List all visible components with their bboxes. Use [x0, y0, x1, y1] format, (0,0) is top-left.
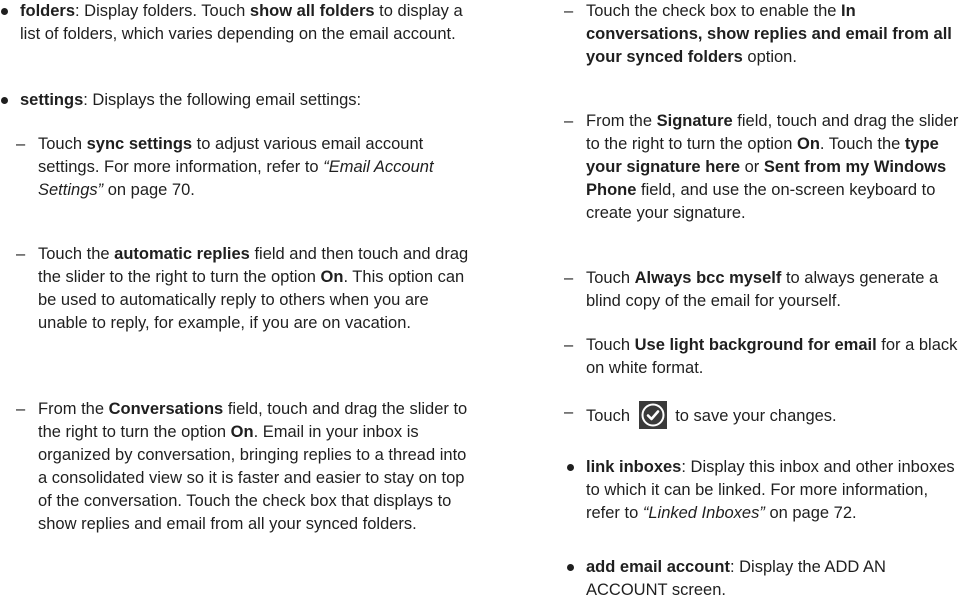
- sub-item-signature: – From the Signature field, touch and dr…: [564, 112, 959, 222]
- dash-marker: –: [564, 403, 574, 421]
- term-folders: folders: [20, 2, 76, 20]
- list-item-settings: settings: Displays the following email s…: [0, 89, 480, 112]
- sub-item-save-changes: – Touch to save your changes.: [564, 401, 964, 429]
- list-item-folders: folders: Display folders. Touch show all…: [0, 0, 480, 46]
- link-linked-inboxes[interactable]: “Linked Inboxes”: [643, 504, 765, 522]
- term-link-inboxes: link inboxes: [586, 458, 682, 476]
- bullet-icon: [567, 464, 574, 471]
- term-show-all-folders: show all folders: [249, 2, 375, 20]
- sub-item-in-conversations: – Touch the check box to enable the In c…: [564, 2, 952, 66]
- dash-marker: –: [564, 112, 574, 130]
- term-signature: Signature: [656, 112, 733, 130]
- sub-item-automatic-replies: – Touch the automatic replies field and …: [16, 245, 469, 332]
- term-conversations: Conversations: [108, 400, 224, 418]
- dash-marker: –: [16, 135, 26, 153]
- list-item-add-email-account: add email account: Display the ADD AN AC…: [564, 556, 964, 602]
- term-settings: settings: [20, 91, 84, 109]
- list-item-link-inboxes: link inboxes: Display this inbox and oth…: [564, 456, 964, 525]
- dash-marker: –: [564, 269, 574, 287]
- dash-marker: –: [564, 336, 574, 354]
- dash-marker: –: [564, 2, 574, 20]
- sub-item-conversations: – From the Conversations field, touch an…: [16, 400, 468, 533]
- term-add-email-account: add email account: [586, 558, 730, 576]
- dash-marker: –: [16, 400, 26, 418]
- term-sync-settings: sync settings: [86, 135, 193, 153]
- bullet-icon: [1, 8, 8, 15]
- check-circle-icon: [638, 401, 667, 429]
- sub-item-light-background: – Touch Use light background for email f…: [564, 336, 958, 377]
- dash-marker: –: [16, 245, 26, 263]
- sub-item-sync-settings: – Touch sync settings to adjust various …: [16, 135, 434, 199]
- term-always-bcc-myself: Always bcc myself: [634, 269, 782, 287]
- bullet-icon: [567, 564, 574, 571]
- sub-item-always-bcc: – Touch Always bcc myself to always gene…: [564, 269, 939, 310]
- term-use-light-background: Use light background for email: [634, 336, 877, 354]
- bullet-icon: [1, 97, 8, 104]
- term-automatic-replies: automatic replies: [114, 245, 250, 263]
